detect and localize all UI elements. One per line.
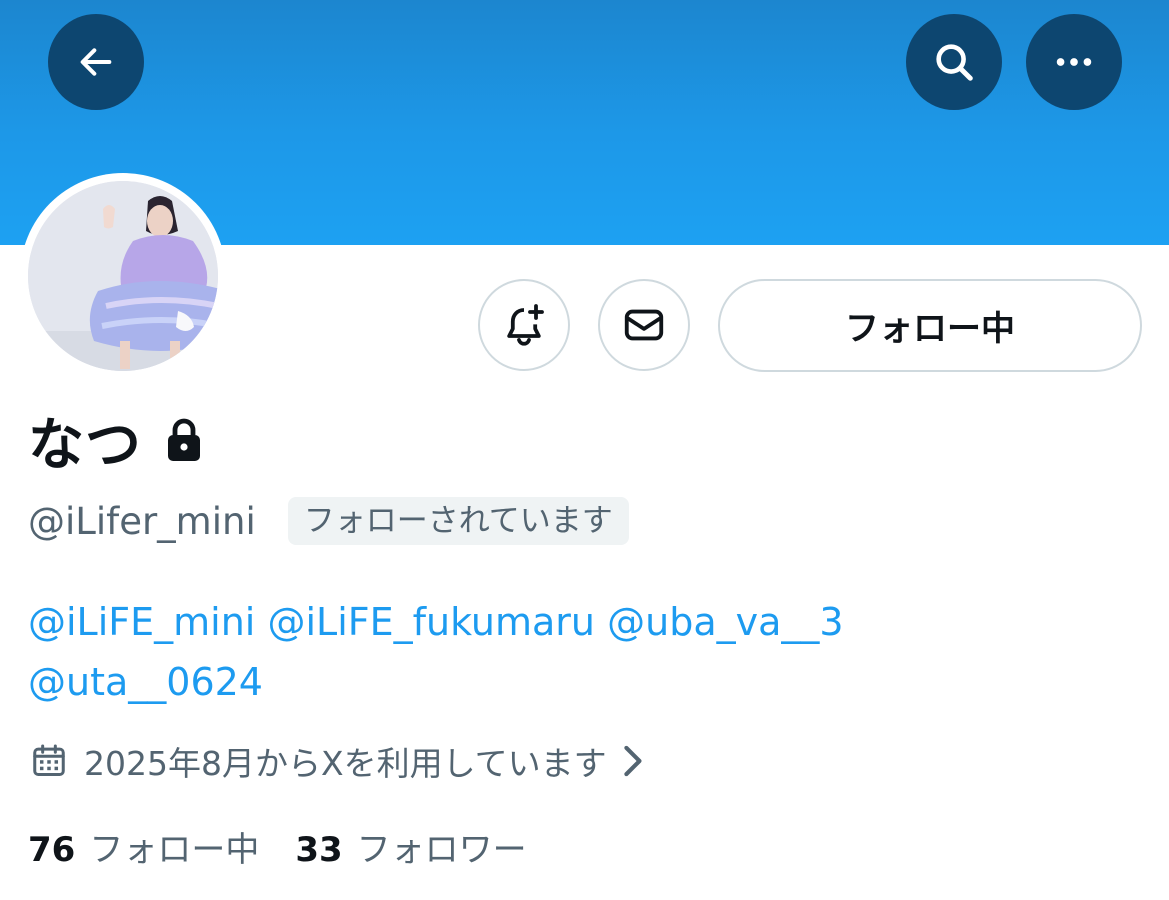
follow-stats: 76 フォロー中 33 フォロワー — [28, 820, 527, 872]
chevron-right-icon — [617, 742, 647, 780]
joined-date-row[interactable]: 2025年8月からXを利用しています — [30, 735, 647, 787]
message-button[interactable] — [598, 279, 690, 371]
profile-bio: @iLiFE_mini @iLiFE_fukumaru @uba_va__3 @… — [28, 592, 1128, 712]
more-button[interactable] — [1026, 14, 1122, 110]
calendar-icon — [30, 742, 68, 780]
followers-stat[interactable]: 33 フォロワー — [295, 822, 526, 871]
handle-row: @iLifer_mini フォローされています — [28, 495, 629, 547]
bio-mention[interactable]: @uba_va__3 — [607, 600, 843, 644]
user-handle: @iLifer_mini — [28, 499, 256, 543]
arrow-left-icon — [80, 48, 112, 76]
notify-button[interactable] — [478, 279, 570, 371]
followers-label: フォロワー — [356, 829, 527, 870]
search-button[interactable] — [906, 14, 1002, 110]
display-name: なつ — [28, 412, 142, 478]
avatar[interactable] — [20, 173, 226, 379]
following-button[interactable]: フォロー中 — [718, 279, 1142, 372]
avatar-image — [28, 181, 218, 371]
search-icon — [936, 44, 973, 81]
followers-count: 33 — [295, 829, 343, 870]
lock-icon — [164, 417, 204, 463]
following-label: フォロー中 — [89, 829, 260, 870]
back-button[interactable] — [48, 14, 144, 110]
following-count: 76 — [28, 829, 76, 870]
follows-you-badge: フォローされています — [287, 497, 629, 545]
profile-name-row: なつ — [28, 405, 204, 478]
bio-mention[interactable]: @iLiFE_fukumaru — [267, 600, 595, 644]
bell-plus-icon — [507, 304, 544, 346]
bio-mention[interactable]: @uta__0624 — [28, 660, 263, 704]
following-stat[interactable]: 76 フォロー中 — [28, 822, 259, 871]
bio-mention[interactable]: @iLiFE_mini — [28, 600, 255, 644]
joined-date-text: 2025年8月からXを利用しています — [84, 744, 607, 783]
mail-icon — [624, 309, 664, 341]
more-horizontal-icon — [1056, 58, 1092, 66]
